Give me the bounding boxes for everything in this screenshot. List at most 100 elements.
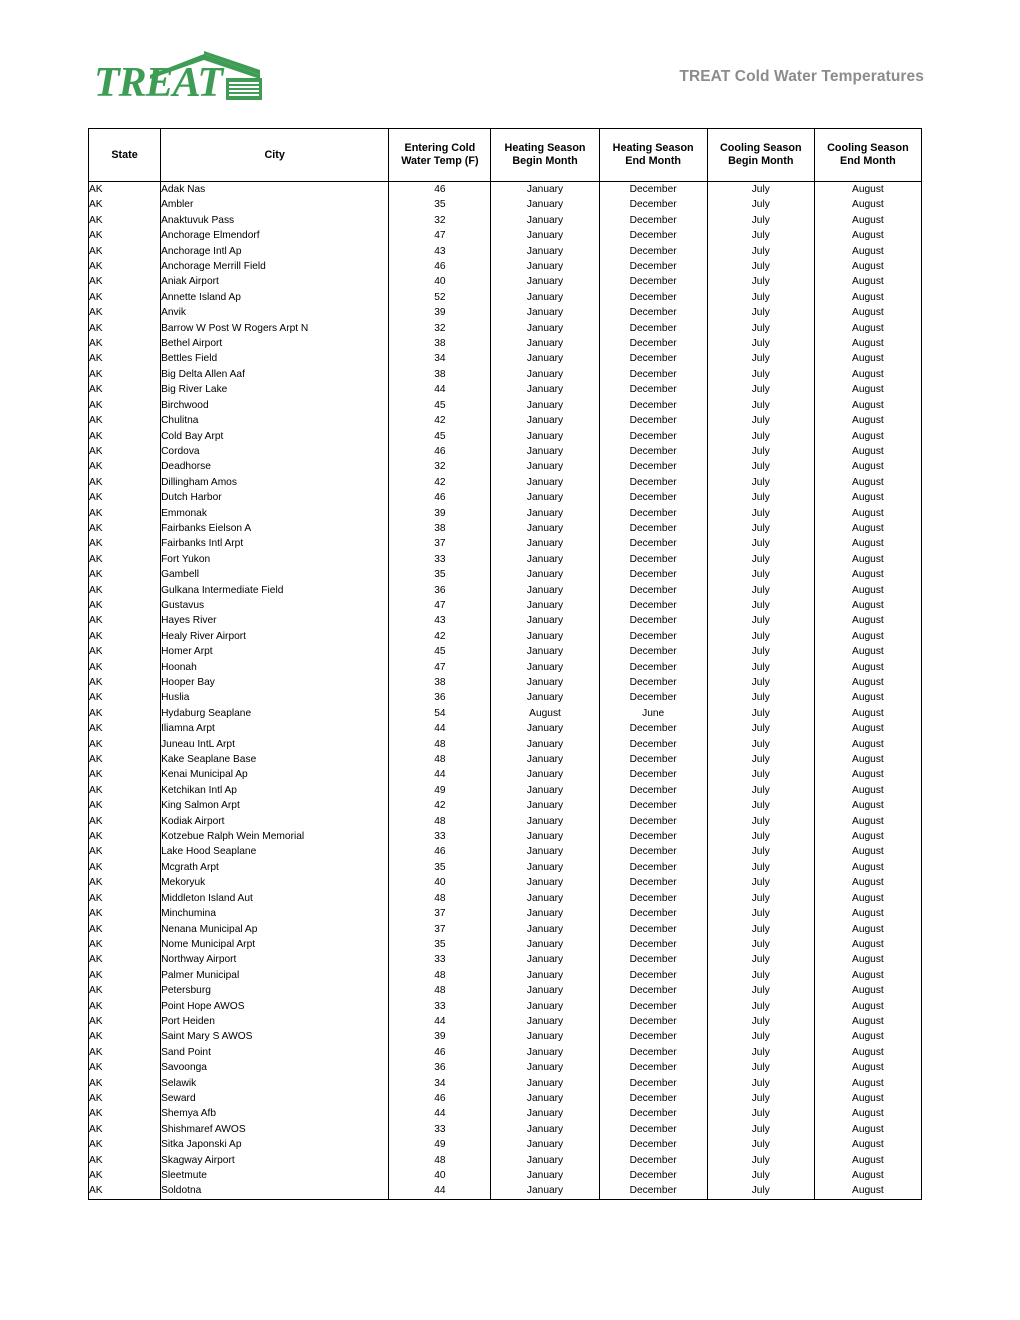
cell-cooling-season-begin-month: July <box>706 259 815 275</box>
cell-entering-cold-water-temp: 47 <box>388 597 492 614</box>
cell-state: AK <box>87 474 162 491</box>
cell-cooling-season-end-month: August <box>813 228 923 244</box>
cell-cooling-season-begin-month: July <box>706 1090 815 1107</box>
cell-cooling-season-end-month: August <box>813 613 923 629</box>
cell-heating-season-begin-month: January <box>490 443 600 460</box>
cell-entering-cold-water-temp: 38 <box>388 675 492 691</box>
cell-state: AK <box>87 397 162 414</box>
cell-city: Anchorage Intl Ap <box>160 243 390 260</box>
cell-heating-season-end-month: December <box>598 1168 708 1184</box>
cell-cooling-season-end-month: August <box>813 875 923 891</box>
cell-cooling-season-end-month: August <box>813 551 923 568</box>
cell-entering-cold-water-temp: 40 <box>388 875 492 891</box>
table-row: AK Nome Municipal Arpt 35 January December Ju… <box>87 936 923 953</box>
cell-cooling-season-end-month: August <box>813 520 923 537</box>
cell-cooling-season-end-month: August <box>813 197 923 213</box>
column-header-line2: End Month <box>840 155 896 167</box>
cell-cooling-season-end-month: August <box>813 829 923 845</box>
cell-state: AK <box>87 890 162 907</box>
cell-heating-season-end-month: December <box>598 659 708 675</box>
cell-heating-season-begin-month: January <box>490 505 600 521</box>
cell-entering-cold-water-temp: 44 <box>388 382 492 398</box>
cell-cooling-season-begin-month: July <box>706 443 815 460</box>
cell-state: AK <box>87 705 162 722</box>
cell-entering-cold-water-temp: 32 <box>388 459 492 475</box>
cell-cooling-season-begin-month: July <box>706 274 815 290</box>
cell-city: Kotzebue Ralph Wein Memorial <box>160 829 390 845</box>
cell-heating-season-begin-month: January <box>490 767 600 783</box>
table-row: AK Hydaburg Seaplane 54 August June July Augus… <box>87 705 923 722</box>
cell-heating-season-end-month: December <box>598 181 708 198</box>
cell-cooling-season-end-month: August <box>813 736 923 753</box>
cell-cooling-season-begin-month: July <box>706 813 815 830</box>
cell-cooling-season-begin-month: July <box>706 613 815 629</box>
cell-entering-cold-water-temp: 43 <box>388 243 492 260</box>
cell-cooling-season-begin-month: July <box>706 228 815 244</box>
cell-cooling-season-end-month: August <box>813 397 923 414</box>
cell-heating-season-begin-month: January <box>490 844 600 860</box>
cell-heating-season-begin-month: January <box>490 274 600 290</box>
table-row: AK Chulitna 42 January December July August <box>87 413 923 429</box>
cell-city: Fairbanks Intl Arpt <box>160 536 390 552</box>
cell-city: Sand Point <box>160 1044 390 1061</box>
cell-heating-season-begin-month: January <box>490 351 600 367</box>
cell-city: Bethel Airport <box>160 336 390 352</box>
cell-cooling-season-end-month: August <box>813 597 923 614</box>
table-row: AK Juneau IntL Arpt 48 January December July A… <box>87 736 923 753</box>
cell-state: AK <box>87 1168 162 1184</box>
cell-state: AK <box>87 520 162 537</box>
cell-cooling-season-begin-month: July <box>706 721 815 737</box>
cell-entering-cold-water-temp: 39 <box>388 1029 492 1045</box>
table-row: AK Anvik 39 January December July August <box>87 305 923 321</box>
cell-heating-season-begin-month: January <box>490 952 600 968</box>
cell-heating-season-begin-month: January <box>490 675 600 691</box>
cell-city: Ambler <box>160 197 390 213</box>
cell-entering-cold-water-temp: 34 <box>388 1075 492 1091</box>
cell-cooling-season-end-month: August <box>813 212 923 229</box>
cell-entering-cold-water-temp: 44 <box>388 1106 492 1122</box>
column-header-line2: Begin Month <box>728 155 794 167</box>
cell-cooling-season-end-month: August <box>813 705 923 722</box>
cell-state: AK <box>87 936 162 953</box>
cell-state: AK <box>87 659 162 675</box>
cell-state: AK <box>87 1137 162 1153</box>
cell-heating-season-end-month: December <box>598 983 708 999</box>
cell-heating-season-end-month: December <box>598 675 708 691</box>
column-header-line2: End Month <box>625 155 682 167</box>
table-row: AK Fairbanks Intl Arpt 37 January December Ju… <box>87 536 923 552</box>
cell-entering-cold-water-temp: 48 <box>388 813 492 830</box>
cell-heating-season-end-month: December <box>598 813 708 830</box>
cell-entering-cold-water-temp: 33 <box>388 1121 492 1138</box>
column-header-line1: City <box>264 148 285 161</box>
cell-state: AK <box>87 243 162 260</box>
cell-state: AK <box>87 798 162 814</box>
svg-text:TREAT: TREAT <box>94 60 225 103</box>
table-row: AK Kenai Municipal Ap 44 January December Jul… <box>87 767 923 783</box>
cell-city: Hayes River <box>160 613 390 629</box>
cell-state: AK <box>87 675 162 691</box>
table-row: AK Sand Point 46 January December July August <box>87 1044 923 1061</box>
cell-state: AK <box>87 259 162 275</box>
cell-heating-season-end-month: December <box>598 1029 708 1045</box>
cell-entering-cold-water-temp: 43 <box>388 613 492 629</box>
cell-cooling-season-begin-month: July <box>706 536 815 552</box>
cell-entering-cold-water-temp: 35 <box>388 859 492 876</box>
cell-entering-cold-water-temp: 46 <box>388 844 492 860</box>
cell-city: Dillingham Amos <box>160 474 390 491</box>
cell-city: Cold Bay Arpt <box>160 428 390 444</box>
cell-heating-season-end-month: December <box>598 798 708 814</box>
cell-city: Shemya Afb <box>160 1106 390 1122</box>
cell-state: AK <box>87 551 162 568</box>
cell-heating-season-end-month: December <box>598 1137 708 1153</box>
table-row: AK Mcgrath Arpt 35 January December July Augus… <box>87 859 923 876</box>
cell-entering-cold-water-temp: 46 <box>388 181 492 198</box>
cell-entering-cold-water-temp: 52 <box>388 289 492 306</box>
cell-entering-cold-water-temp: 33 <box>388 998 492 1014</box>
cell-heating-season-end-month: December <box>598 520 708 537</box>
cell-entering-cold-water-temp: 44 <box>388 1183 492 1200</box>
cell-cooling-season-begin-month: July <box>706 289 815 306</box>
cell-state: AK <box>87 767 162 783</box>
cell-heating-season-begin-month: January <box>490 490 600 506</box>
cell-cooling-season-end-month: August <box>813 1044 923 1061</box>
cell-cooling-season-end-month: August <box>813 644 923 660</box>
